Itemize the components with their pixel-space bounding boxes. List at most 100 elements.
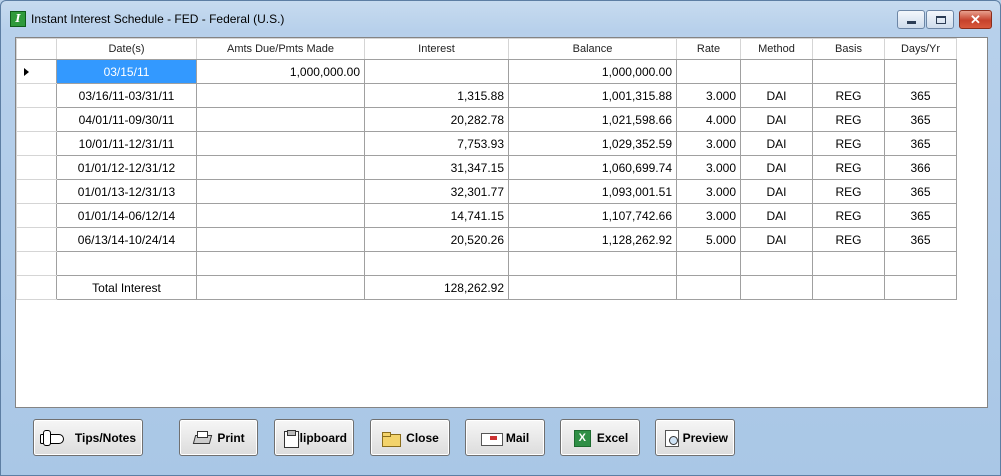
cell-balance[interactable]: 1,029,352.59	[508, 131, 677, 156]
cell-basis[interactable]: REG	[812, 179, 885, 204]
column-header-basis[interactable]: Basis	[812, 38, 885, 60]
row-header[interactable]	[16, 203, 57, 228]
row-header[interactable]	[16, 83, 57, 108]
close-window-button[interactable]: ✕	[959, 10, 992, 29]
cell-dates[interactable]: 04/01/11-09/30/11	[56, 107, 197, 132]
cell-basis[interactable]: REG	[812, 227, 885, 252]
cell-amounts[interactable]	[196, 179, 365, 204]
cell-rate[interactable]	[676, 59, 741, 84]
row-header[interactable]	[16, 179, 57, 204]
cell-interest[interactable]: 1,315.88	[364, 83, 509, 108]
table-row[interactable]: 10/01/11-12/31/11 7,753.93 1,029,352.59 3.0…	[16, 131, 957, 156]
cell-dates[interactable]: 01/01/12-12/31/12	[56, 155, 197, 180]
cell-rate[interactable]: 3.000	[676, 179, 741, 204]
cell-dates[interactable]: 03/16/11-03/31/11	[56, 83, 197, 108]
table-row[interactable]: 06/13/14-10/24/14 20,520.26 1,128,262.92 5.…	[16, 227, 957, 252]
cell-balance[interactable]: 1,021,598.66	[508, 107, 677, 132]
cell-rate[interactable]: 3.000	[676, 203, 741, 228]
cell-balance[interactable]	[508, 251, 677, 276]
cell-interest[interactable]: 20,520.26	[364, 227, 509, 252]
table-row[interactable]: 04/01/11-09/30/11 20,282.78 1,021,598.66 4.…	[16, 107, 957, 132]
cell-basis[interactable]: REG	[812, 83, 885, 108]
cell-amounts[interactable]	[196, 131, 365, 156]
cell-dates[interactable]: 01/01/14-06/12/14	[56, 203, 197, 228]
column-header-method[interactable]: Method	[740, 38, 813, 60]
column-header-dates[interactable]: Date(s)	[56, 38, 197, 60]
cell-dates[interactable]	[56, 251, 197, 276]
cell-method[interactable]: DAI	[740, 83, 813, 108]
tips-notes-button[interactable]: Tips/Notes	[33, 419, 143, 456]
cell-rate[interactable]: 3.000	[676, 155, 741, 180]
row-header[interactable]	[16, 155, 57, 180]
cell-method[interactable]: DAI	[740, 179, 813, 204]
cell-balance[interactable]	[508, 275, 677, 300]
cell-balance[interactable]: 1,107,742.66	[508, 203, 677, 228]
cell-dates[interactable]: 03/15/11	[56, 59, 197, 84]
cell-days-per-year[interactable]	[884, 59, 957, 84]
excel-button[interactable]: Excel	[560, 419, 640, 456]
row-header[interactable]	[16, 251, 57, 276]
cell-days-per-year[interactable]	[884, 275, 957, 300]
column-header-days-per-year[interactable]: Days/Yr	[884, 38, 957, 60]
cell-days-per-year[interactable]: 365	[884, 203, 957, 228]
cell-interest[interactable]	[364, 59, 509, 84]
cell-balance[interactable]: 1,001,315.88	[508, 83, 677, 108]
cell-amounts[interactable]	[196, 251, 365, 276]
table-row[interactable]	[16, 251, 957, 276]
cell-rate[interactable]: 4.000	[676, 107, 741, 132]
cell-days-per-year[interactable]: 365	[884, 131, 957, 156]
row-header[interactable]	[16, 275, 57, 300]
cell-amounts[interactable]	[196, 275, 365, 300]
cell-interest[interactable]: 14,741.15	[364, 203, 509, 228]
column-header-interest[interactable]: Interest	[364, 38, 509, 60]
cell-interest[interactable]: 128,262.92	[364, 275, 509, 300]
cell-interest[interactable]	[364, 251, 509, 276]
cell-dates[interactable]: 06/13/14-10/24/14	[56, 227, 197, 252]
mail-button[interactable]: Mail	[465, 419, 545, 456]
cell-basis[interactable]	[812, 59, 885, 84]
cell-basis[interactable]	[812, 251, 885, 276]
row-header[interactable]	[16, 59, 57, 84]
table-row[interactable]: 03/16/11-03/31/11 1,315.88 1,001,315.88 3.0…	[16, 83, 957, 108]
cell-interest[interactable]: 20,282.78	[364, 107, 509, 132]
cell-balance[interactable]: 1,060,699.74	[508, 155, 677, 180]
cell-method[interactable]: DAI	[740, 155, 813, 180]
cell-basis[interactable]: REG	[812, 107, 885, 132]
cell-dates[interactable]: 10/01/11-12/31/11	[56, 131, 197, 156]
column-header-amounts[interactable]: Amts Due/Pmts Made	[196, 38, 365, 60]
cell-rate[interactable]: 3.000	[676, 131, 741, 156]
table-row[interactable]: Total Interest 128,262.92	[16, 275, 957, 300]
table-row[interactable]: 03/15/11 1,000,000.00 1,000,000.00	[16, 59, 957, 84]
cell-interest[interactable]: 31,347.15	[364, 155, 509, 180]
cell-basis[interactable]: REG	[812, 203, 885, 228]
cell-amounts[interactable]	[196, 83, 365, 108]
cell-basis[interactable]: REG	[812, 131, 885, 156]
cell-days-per-year[interactable]: 365	[884, 107, 957, 132]
print-button[interactable]: Print	[179, 419, 258, 456]
cell-amounts[interactable]	[196, 155, 365, 180]
row-header[interactable]	[16, 227, 57, 252]
table-row[interactable]: 01/01/13-12/31/13 32,301.77 1,093,001.51 3.…	[16, 179, 957, 204]
cell-balance[interactable]: 1,000,000.00	[508, 59, 677, 84]
cell-rate[interactable]: 5.000	[676, 227, 741, 252]
cell-dates[interactable]: Total Interest	[56, 275, 197, 300]
column-header-balance[interactable]: Balance	[508, 38, 677, 60]
preview-button[interactable]: Preview	[655, 419, 735, 456]
cell-amounts[interactable]: 1,000,000.00	[196, 59, 365, 84]
cell-method[interactable]	[740, 251, 813, 276]
cell-basis[interactable]	[812, 275, 885, 300]
close-button[interactable]: Close	[370, 419, 450, 456]
cell-days-per-year[interactable]: 365	[884, 83, 957, 108]
cell-method[interactable]: DAI	[740, 203, 813, 228]
cell-amounts[interactable]	[196, 227, 365, 252]
cell-basis[interactable]: REG	[812, 155, 885, 180]
row-header[interactable]	[16, 107, 57, 132]
cell-rate[interactable]: 3.000	[676, 83, 741, 108]
cell-rate[interactable]	[676, 275, 741, 300]
minimize-button[interactable]	[897, 10, 925, 29]
cell-method[interactable]: DAI	[740, 131, 813, 156]
cell-amounts[interactable]	[196, 203, 365, 228]
cell-days-per-year[interactable]: 365	[884, 179, 957, 204]
table-row[interactable]: 01/01/14-06/12/14 14,741.15 1,107,742.66 3.…	[16, 203, 957, 228]
cell-rate[interactable]	[676, 251, 741, 276]
